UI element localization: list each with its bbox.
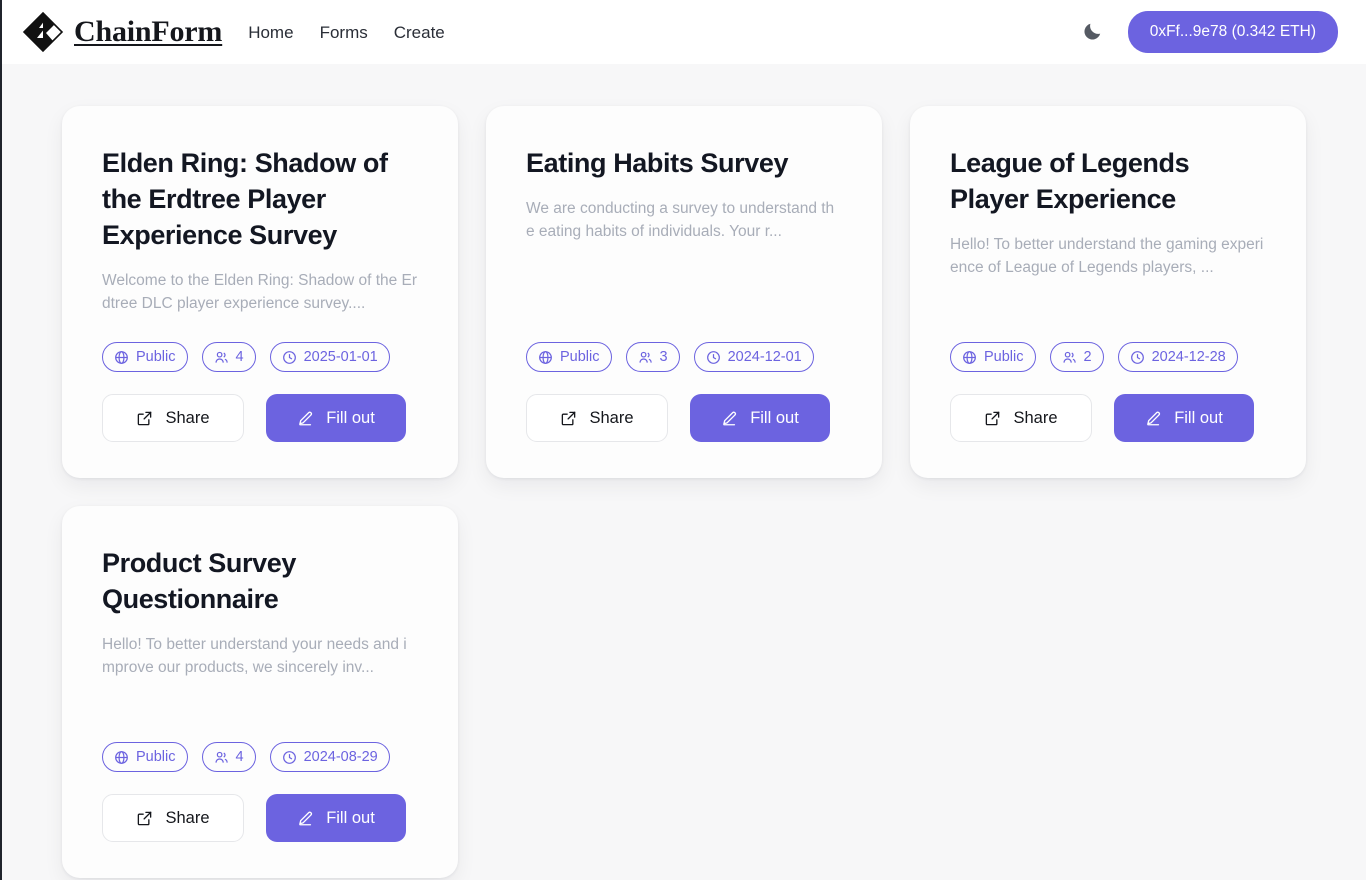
share-button[interactable]: Share — [950, 394, 1092, 442]
globe-icon — [114, 350, 129, 365]
theme-toggle-button[interactable] — [1076, 15, 1110, 49]
fill-out-button-label: Fill out — [326, 808, 375, 827]
form-card-actions: Share Fill out — [102, 394, 418, 442]
form-card-meta: Public 2 2024-12-28 — [950, 342, 1266, 372]
fill-out-button[interactable]: Fill out — [266, 794, 406, 842]
pencil-edit-icon — [721, 410, 738, 427]
pencil-edit-icon — [297, 810, 314, 827]
globe-icon — [538, 350, 553, 365]
share-button-label: Share — [1013, 408, 1058, 427]
fill-out-button-label: Fill out — [326, 408, 375, 427]
visibility-label: Public — [136, 349, 176, 365]
date-label: 2024-12-28 — [1151, 349, 1226, 365]
users-icon — [214, 350, 229, 365]
nav-item-forms[interactable]: Forms — [320, 24, 368, 41]
form-card[interactable]: Product Survey Questionnaire Hello! To b… — [62, 506, 458, 878]
visibility-label: Public — [560, 349, 600, 365]
header-actions: 0xFf...9e78 (0.342 ETH) — [1076, 11, 1338, 53]
responses-count: 2 — [1083, 349, 1092, 365]
form-card-description: We are conducting a survey to understand… — [526, 199, 835, 240]
share-button-label: Share — [165, 408, 210, 427]
date-label: 2024-12-01 — [727, 349, 802, 365]
card-spacer — [102, 679, 418, 742]
fill-out-button[interactable]: Fill out — [266, 394, 406, 442]
share-button-label: Share — [589, 408, 634, 427]
visibility-badge: Public — [102, 342, 188, 372]
nav-item-create[interactable]: Create — [394, 24, 445, 41]
clock-icon — [282, 750, 297, 765]
form-card-meta: Public 4 2024-08-29 — [102, 742, 418, 772]
fill-out-button[interactable]: Fill out — [1114, 394, 1254, 442]
users-icon — [214, 750, 229, 765]
users-icon — [1062, 350, 1077, 365]
share-button[interactable]: Share — [526, 394, 668, 442]
clock-icon — [706, 350, 721, 365]
visibility-badge: Public — [102, 742, 188, 772]
external-link-icon — [136, 810, 153, 827]
share-button[interactable]: Share — [102, 394, 244, 442]
date-label: 2024-08-29 — [303, 749, 378, 765]
visibility-badge: Public — [950, 342, 1036, 372]
responses-badge: 4 — [201, 742, 256, 772]
form-card-description: Hello! To better understand the gaming e… — [950, 235, 1264, 276]
fill-out-button-label: Fill out — [1174, 408, 1223, 427]
date-badge: 2024-08-29 — [269, 742, 390, 772]
chainform-diamond-bolt-logo — [22, 11, 64, 53]
form-card-actions: Share Fill out — [950, 394, 1266, 442]
brand-logo[interactable]: ChainForm — [22, 11, 222, 53]
moon-icon — [1082, 20, 1104, 45]
form-card[interactable]: Eating Habits Survey We are conducting a… — [486, 106, 882, 478]
form-card-title: Product Survey Questionnaire — [102, 548, 296, 614]
form-card[interactable]: Elden Ring: Shadow of the Erdtree Player… — [62, 106, 458, 478]
pencil-edit-icon — [1145, 410, 1162, 427]
responses-badge: 4 — [201, 342, 256, 372]
form-card-actions: Share Fill out — [102, 794, 418, 842]
visibility-badge: Public — [526, 342, 612, 372]
responses-badge: 2 — [1049, 342, 1104, 372]
share-button[interactable]: Share — [102, 794, 244, 842]
responses-count: 4 — [235, 749, 244, 765]
date-badge: 2025-01-01 — [269, 342, 390, 372]
responses-badge: 3 — [625, 342, 680, 372]
form-card[interactable]: League of Legends Player Experience Hell… — [910, 106, 1306, 478]
form-card-title: League of Legends Player Experience — [950, 148, 1190, 214]
responses-count: 3 — [659, 349, 668, 365]
form-card-title: Eating Habits Survey — [526, 148, 789, 178]
visibility-label: Public — [136, 749, 176, 765]
main-nav: Home Forms Create — [248, 24, 445, 41]
form-card-title: Elden Ring: Shadow of the Erdtree Player… — [102, 148, 388, 250]
main-content: Elden Ring: Shadow of the Erdtree Player… — [0, 64, 1366, 878]
fill-out-button[interactable]: Fill out — [690, 394, 830, 442]
card-spacer — [526, 243, 842, 342]
clock-icon — [1130, 350, 1145, 365]
form-card-grid: Elden Ring: Shadow of the Erdtree Player… — [62, 106, 1306, 878]
visibility-label: Public — [984, 349, 1024, 365]
date-label: 2025-01-01 — [303, 349, 378, 365]
date-badge: 2024-12-28 — [1117, 342, 1238, 372]
pencil-edit-icon — [297, 410, 314, 427]
card-spacer — [950, 279, 1266, 342]
date-badge: 2024-12-01 — [693, 342, 814, 372]
globe-icon — [962, 350, 977, 365]
form-card-actions: Share Fill out — [526, 394, 842, 442]
card-spacer — [102, 315, 418, 342]
external-link-icon — [560, 410, 577, 427]
external-link-icon — [984, 410, 1001, 427]
clock-icon — [282, 350, 297, 365]
users-icon — [638, 350, 653, 365]
form-card-description: Hello! To better understand your needs a… — [102, 635, 407, 676]
form-card-meta: Public 4 2025-01-01 — [102, 342, 418, 372]
brand-name: ChainForm — [74, 15, 223, 48]
window-left-edge — [0, 0, 2, 880]
fill-out-button-label: Fill out — [750, 408, 799, 427]
wallet-address-button[interactable]: 0xFf...9e78 (0.342 ETH) — [1127, 11, 1338, 53]
external-link-icon — [136, 410, 153, 427]
share-button-label: Share — [165, 808, 210, 827]
nav-item-home[interactable]: Home — [248, 24, 293, 41]
form-card-description: Welcome to the Elden Ring: Shadow of the… — [102, 271, 418, 312]
form-card-meta: Public 3 2024-12-01 — [526, 342, 842, 372]
responses-count: 4 — [235, 349, 244, 365]
globe-icon — [114, 750, 129, 765]
app-header: ChainForm Home Forms Create 0xFf...9e78 … — [0, 0, 1366, 64]
